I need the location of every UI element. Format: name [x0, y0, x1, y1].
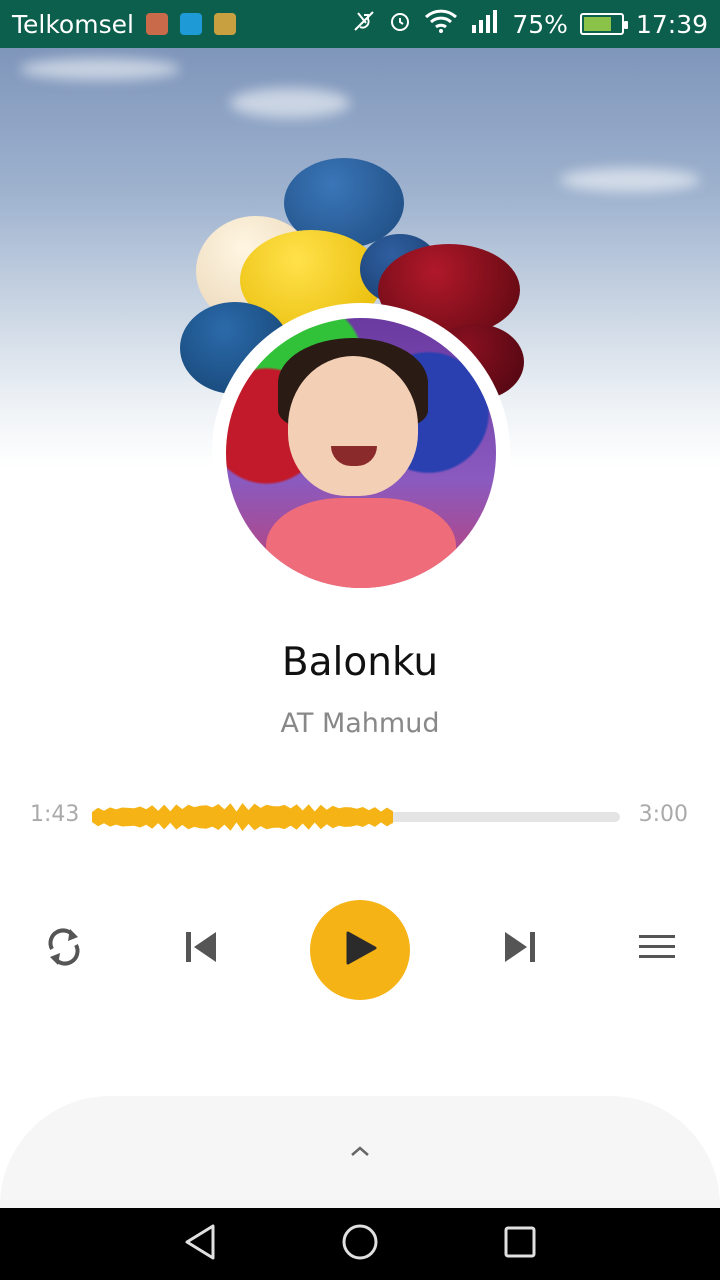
alarm-icon [388, 9, 412, 39]
play-icon [342, 930, 378, 970]
app-notification-icon [145, 13, 168, 35]
recents-button[interactable] [490, 1220, 550, 1268]
queue-button[interactable] [633, 925, 681, 973]
next-button[interactable] [497, 925, 545, 973]
chevron-up-icon [349, 1143, 371, 1162]
wifi-icon [424, 9, 458, 39]
mute-icon [352, 9, 376, 39]
album-art [226, 318, 496, 588]
carrier-name: Telkomsel [12, 9, 134, 39]
recents-icon [503, 1225, 537, 1263]
skip-next-icon [503, 930, 539, 968]
queue-menu-icon [638, 933, 676, 965]
clock: 17:39 [635, 9, 708, 39]
repeat-button[interactable] [40, 925, 88, 973]
back-button[interactable] [170, 1220, 230, 1268]
home-icon [341, 1223, 379, 1265]
total-duration: 3:00 [638, 802, 688, 827]
usb-icon [179, 13, 202, 35]
expand-button[interactable] [340, 1132, 380, 1172]
back-icon [182, 1223, 218, 1265]
battery-charging-icon [579, 13, 628, 35]
signal-icon [470, 9, 500, 39]
repeat-icon [44, 925, 84, 973]
play-button[interactable] [310, 900, 410, 1000]
waveform-progress[interactable] [92, 795, 393, 839]
skip-previous-icon [182, 930, 218, 968]
home-button[interactable] [330, 1220, 390, 1268]
song-title: Balonku [281, 640, 439, 685]
status-bar: Telkomsel 75% 17:39 [0, 0, 720, 48]
song-artist: AT Mahmud [280, 708, 440, 739]
previous-button[interactable] [176, 925, 224, 973]
game-notification-icon [213, 13, 236, 35]
navigation-bar [0, 1208, 720, 1280]
elapsed-time: 1:43 [30, 802, 80, 827]
battery-percent: 75% [512, 9, 568, 39]
